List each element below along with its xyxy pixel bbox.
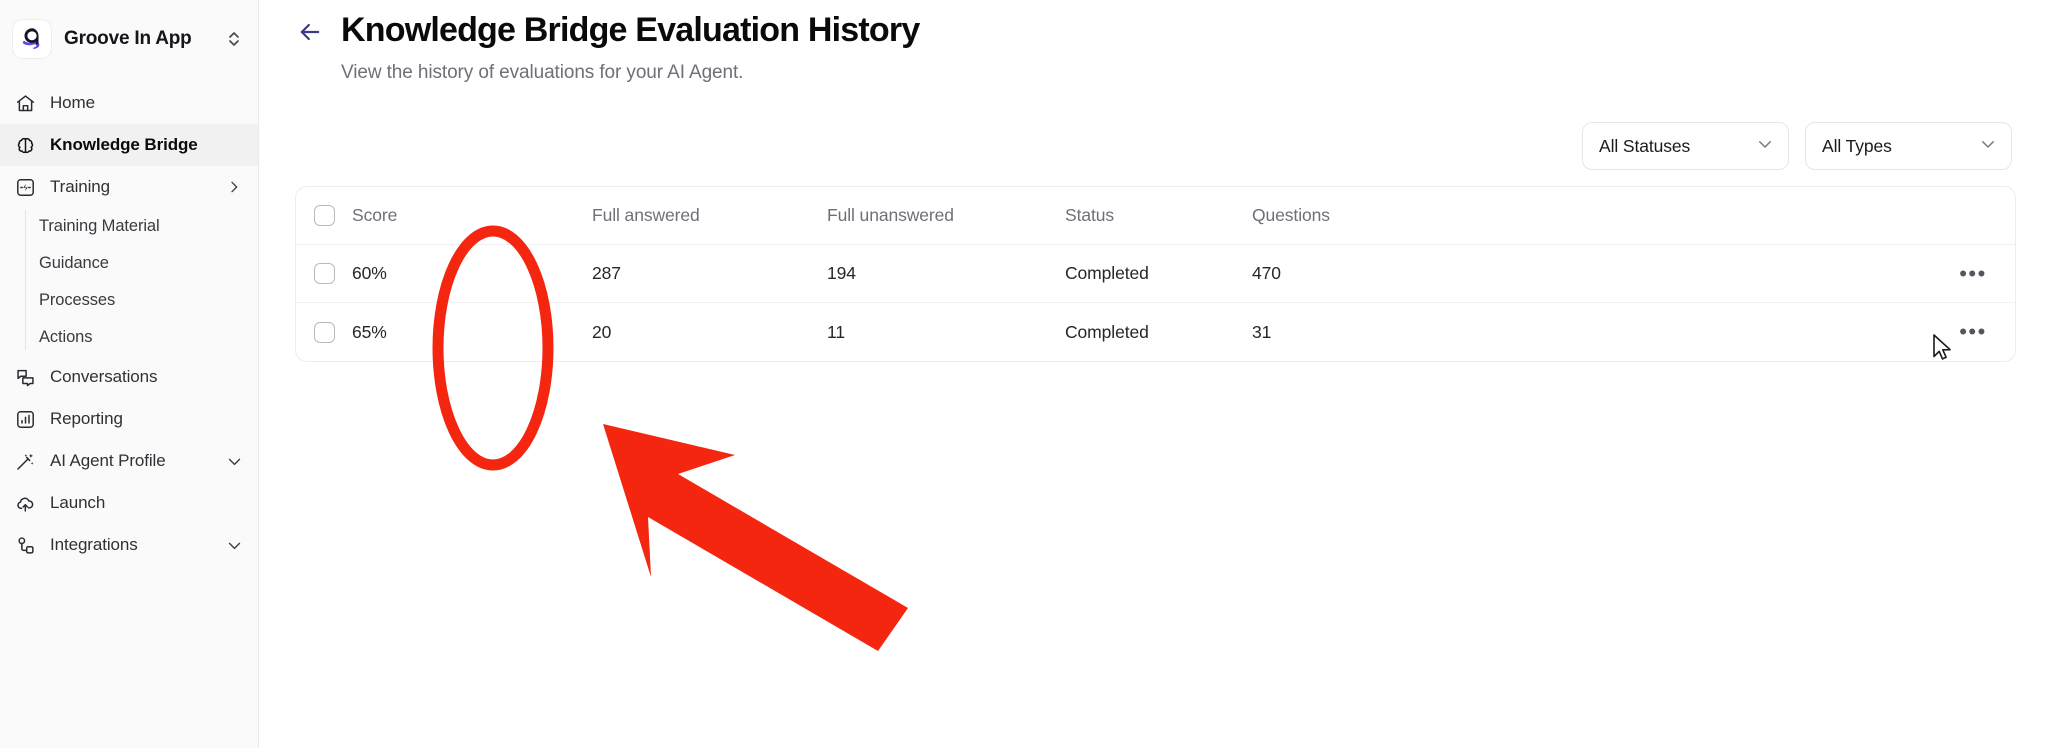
sidebar-item-integrations[interactable]: Integrations	[0, 524, 258, 566]
cell-questions: 31	[1252, 321, 1272, 342]
magic-wand-icon	[14, 450, 36, 472]
evaluations-table: Score Full answered Full unanswered Stat…	[295, 186, 2016, 363]
sidebar-item-training[interactable]: Training	[0, 166, 258, 208]
cell-full-unanswered: 11	[827, 321, 845, 342]
brain-icon	[14, 134, 36, 156]
workspace-name: Groove In App	[64, 28, 192, 49]
sidebar-item-conversations[interactable]: Conversations	[0, 356, 258, 398]
row-select-cell	[296, 263, 352, 285]
cell-status: Completed	[1065, 263, 1149, 284]
sidebar-subitem-processes[interactable]: Processes	[0, 282, 258, 319]
sidebar-subitem-actions[interactable]: Actions	[0, 319, 258, 356]
column-header-full-unanswered[interactable]: Full unanswered	[827, 205, 1065, 226]
chevron-right-icon[interactable]	[226, 179, 242, 195]
table-row[interactable]: 60% 287 194 Completed 470 •••	[296, 245, 2015, 304]
table-header-row: Score Full answered Full unanswered Stat…	[296, 187, 2015, 246]
title-row: Knowledge Bridge Evaluation History	[295, 10, 2016, 50]
sidebar-subitem-label: Training Material	[39, 217, 160, 235]
type-filter[interactable]: All Types	[1805, 122, 2012, 171]
bar-chart-icon	[14, 408, 36, 430]
sidebar-item-label: Training	[50, 177, 110, 196]
select-all-cell	[296, 205, 352, 227]
chevron-down-icon[interactable]	[226, 453, 242, 469]
sidebar-item-label: Home	[50, 93, 95, 112]
sidebar-item-label: Knowledge Bridge	[50, 135, 198, 154]
row-actions-cell: •••	[1931, 262, 2015, 285]
chevron-down-icon[interactable]	[226, 537, 242, 553]
column-header-full-answered[interactable]: Full answered	[592, 205, 827, 226]
sidebar-nav: Home Knowledge Bridge Training Training …	[0, 78, 258, 566]
cell-full-answered: 287	[592, 263, 621, 284]
chevron-down-icon	[1979, 135, 1997, 158]
cell-full-unanswered: 194	[827, 263, 856, 284]
row-checkbox[interactable]	[313, 321, 335, 343]
sidebar-subitem-training-material[interactable]: Training Material	[0, 208, 258, 245]
mouse-pointer-icon	[1933, 334, 1955, 369]
row-select-cell	[296, 321, 352, 343]
column-header-status[interactable]: Status	[1065, 205, 1252, 226]
cell-status: Completed	[1065, 321, 1149, 342]
ellipsis-icon[interactable]: •••	[1959, 321, 1987, 343]
sidebar-item-label: Reporting	[50, 409, 123, 428]
chevron-up-down-icon	[226, 29, 242, 49]
select-all-checkbox[interactable]	[313, 205, 335, 227]
sidebar-item-launch[interactable]: Launch	[0, 482, 258, 524]
type-filter-value: All Types	[1822, 135, 1892, 156]
cell-score: 65%	[352, 321, 387, 342]
sidebar-item-label: Conversations	[50, 367, 158, 386]
chevron-down-icon	[1756, 135, 1774, 158]
home-icon	[14, 92, 36, 114]
status-filter[interactable]: All Statuses	[1582, 122, 1789, 171]
sidebar-item-label: Integrations	[50, 535, 138, 554]
training-subnav: Training Material Guidance Processes Act…	[0, 208, 258, 356]
row-checkbox[interactable]	[313, 263, 335, 285]
cell-full-answered: 20	[592, 321, 612, 342]
table-row[interactable]: 65% 20 11 Completed 31 •••	[296, 303, 2015, 361]
training-bolt-icon	[14, 176, 36, 198]
sidebar-item-label: AI Agent Profile	[50, 451, 166, 470]
groove-g-logo	[12, 19, 52, 59]
integrations-nodes-icon	[14, 534, 36, 556]
sidebar-item-reporting[interactable]: Reporting	[0, 398, 258, 440]
column-header-questions[interactable]: Questions	[1252, 205, 1931, 226]
column-header-score[interactable]: Score	[352, 205, 592, 226]
sidebar: Groove In App Home Knowledge Bridge Trai…	[0, 0, 259, 748]
page-subtitle: View the history of evaluations for your…	[341, 62, 744, 84]
sidebar-subitem-label: Guidance	[39, 254, 109, 272]
sidebar-item-home[interactable]: Home	[0, 82, 258, 124]
sidebar-item-knowledge-bridge[interactable]: Knowledge Bridge	[0, 124, 258, 166]
ellipsis-icon[interactable]: •••	[1959, 262, 1987, 285]
sidebar-subitem-label: Processes	[39, 291, 116, 309]
page-header: Knowledge Bridge Evaluation History View…	[295, 0, 2016, 84]
main-content: Knowledge Bridge Evaluation History View…	[259, 0, 2048, 748]
sidebar-item-ai-agent-profile[interactable]: AI Agent Profile	[0, 440, 258, 482]
app-root: Groove In App Home Knowledge Bridge Trai…	[0, 0, 2048, 748]
page-title: Knowledge Bridge Evaluation History	[341, 11, 920, 49]
sidebar-subitem-guidance[interactable]: Guidance	[0, 245, 258, 282]
cell-score: 60%	[352, 263, 387, 284]
status-filter-value: All Statuses	[1599, 135, 1691, 156]
filters-bar: All Statuses All Types	[295, 122, 2016, 171]
cloud-upload-icon	[14, 492, 36, 514]
workspace-switcher[interactable]: Groove In App	[0, 0, 258, 78]
cell-questions: 470	[1252, 263, 1281, 284]
sidebar-item-label: Launch	[50, 493, 106, 512]
sidebar-subitem-label: Actions	[39, 328, 93, 346]
chat-bubbles-icon	[14, 366, 36, 388]
arrow-left-icon[interactable]	[295, 17, 325, 47]
